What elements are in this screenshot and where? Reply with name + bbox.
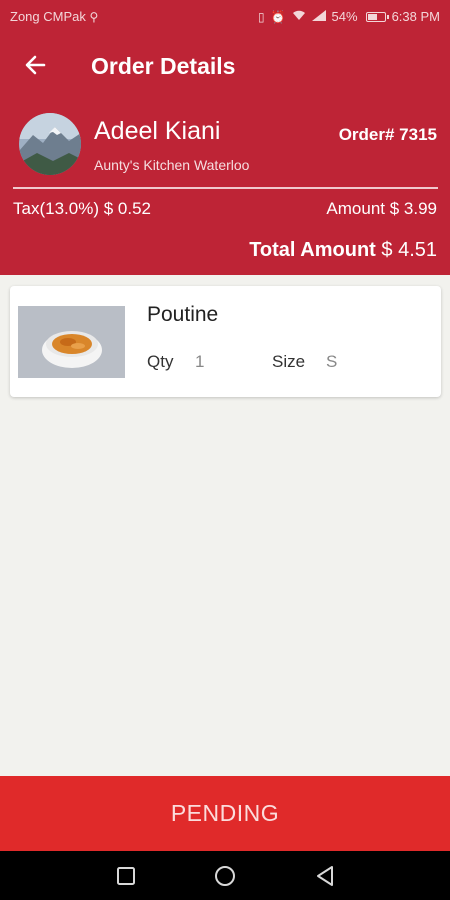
battery-percent: 54% — [331, 9, 358, 24]
tax-value: $ 0.52 — [103, 199, 151, 218]
battery-icon — [365, 11, 389, 22]
qty-value: 1 — [195, 352, 205, 371]
status-bar: Zong CMPak ⚲ ▯ ⏰ 54% 6:38 PM — [0, 0, 450, 33]
arrow-left-icon[interactable] — [22, 51, 50, 79]
carrier-text: Zong CMPak — [10, 9, 86, 24]
total-value: $ 4.51 — [381, 239, 437, 261]
usb-icon: ⚲ — [89, 10, 99, 24]
size-value: S — [326, 352, 338, 371]
alarm-icon: ⏰ — [270, 9, 286, 24]
back-triangle-icon[interactable] — [313, 864, 337, 888]
signal-icon — [311, 10, 326, 23]
total-row: Total Amount $ 4.51 — [249, 239, 437, 262]
tax-label: Tax(13.0%) — [13, 199, 99, 218]
home-icon[interactable] — [213, 864, 237, 888]
wifi-icon — [292, 10, 306, 23]
pending-status-button[interactable]: PENDING — [0, 776, 450, 851]
system-nav-bar — [0, 851, 450, 900]
page-title: Order Details — [91, 53, 236, 79]
size-label: Size — [272, 352, 306, 371]
order-number: Order# 7315 — [338, 125, 437, 144]
order-item-card[interactable]: Poutine Qty 1 Size S — [10, 286, 441, 397]
total-label: Total Amount — [249, 239, 376, 261]
divider — [13, 187, 438, 189]
amount-label: Amount — [326, 199, 385, 218]
restaurant-name: Aunty's Kitchen Waterloo — [94, 157, 250, 173]
battery-fill — [367, 13, 377, 20]
avatar — [19, 113, 81, 175]
amount-row: Amount $ 3.99 — [326, 199, 437, 219]
order-header: Order Details Adeel Kiani Aunty's Kitche… — [0, 33, 450, 275]
amount-value: $ 3.99 — [389, 199, 437, 218]
vibrate-icon: ▯ — [257, 9, 265, 24]
status-icons: ▯ ⏰ 54% 6:38 PM — [258, 9, 440, 24]
clock: 6:38 PM — [391, 9, 440, 24]
qty-label: Qty — [147, 352, 174, 371]
recent-apps-icon[interactable] — [114, 864, 138, 888]
tax-row: Tax(13.0%) $ 0.52 — [13, 199, 151, 219]
customer-name: Adeel Kiani — [94, 117, 221, 145]
item-name: Poutine — [147, 303, 219, 326]
carrier-name: Zong CMPak ⚲ — [10, 9, 258, 24]
item-image — [18, 306, 125, 378]
